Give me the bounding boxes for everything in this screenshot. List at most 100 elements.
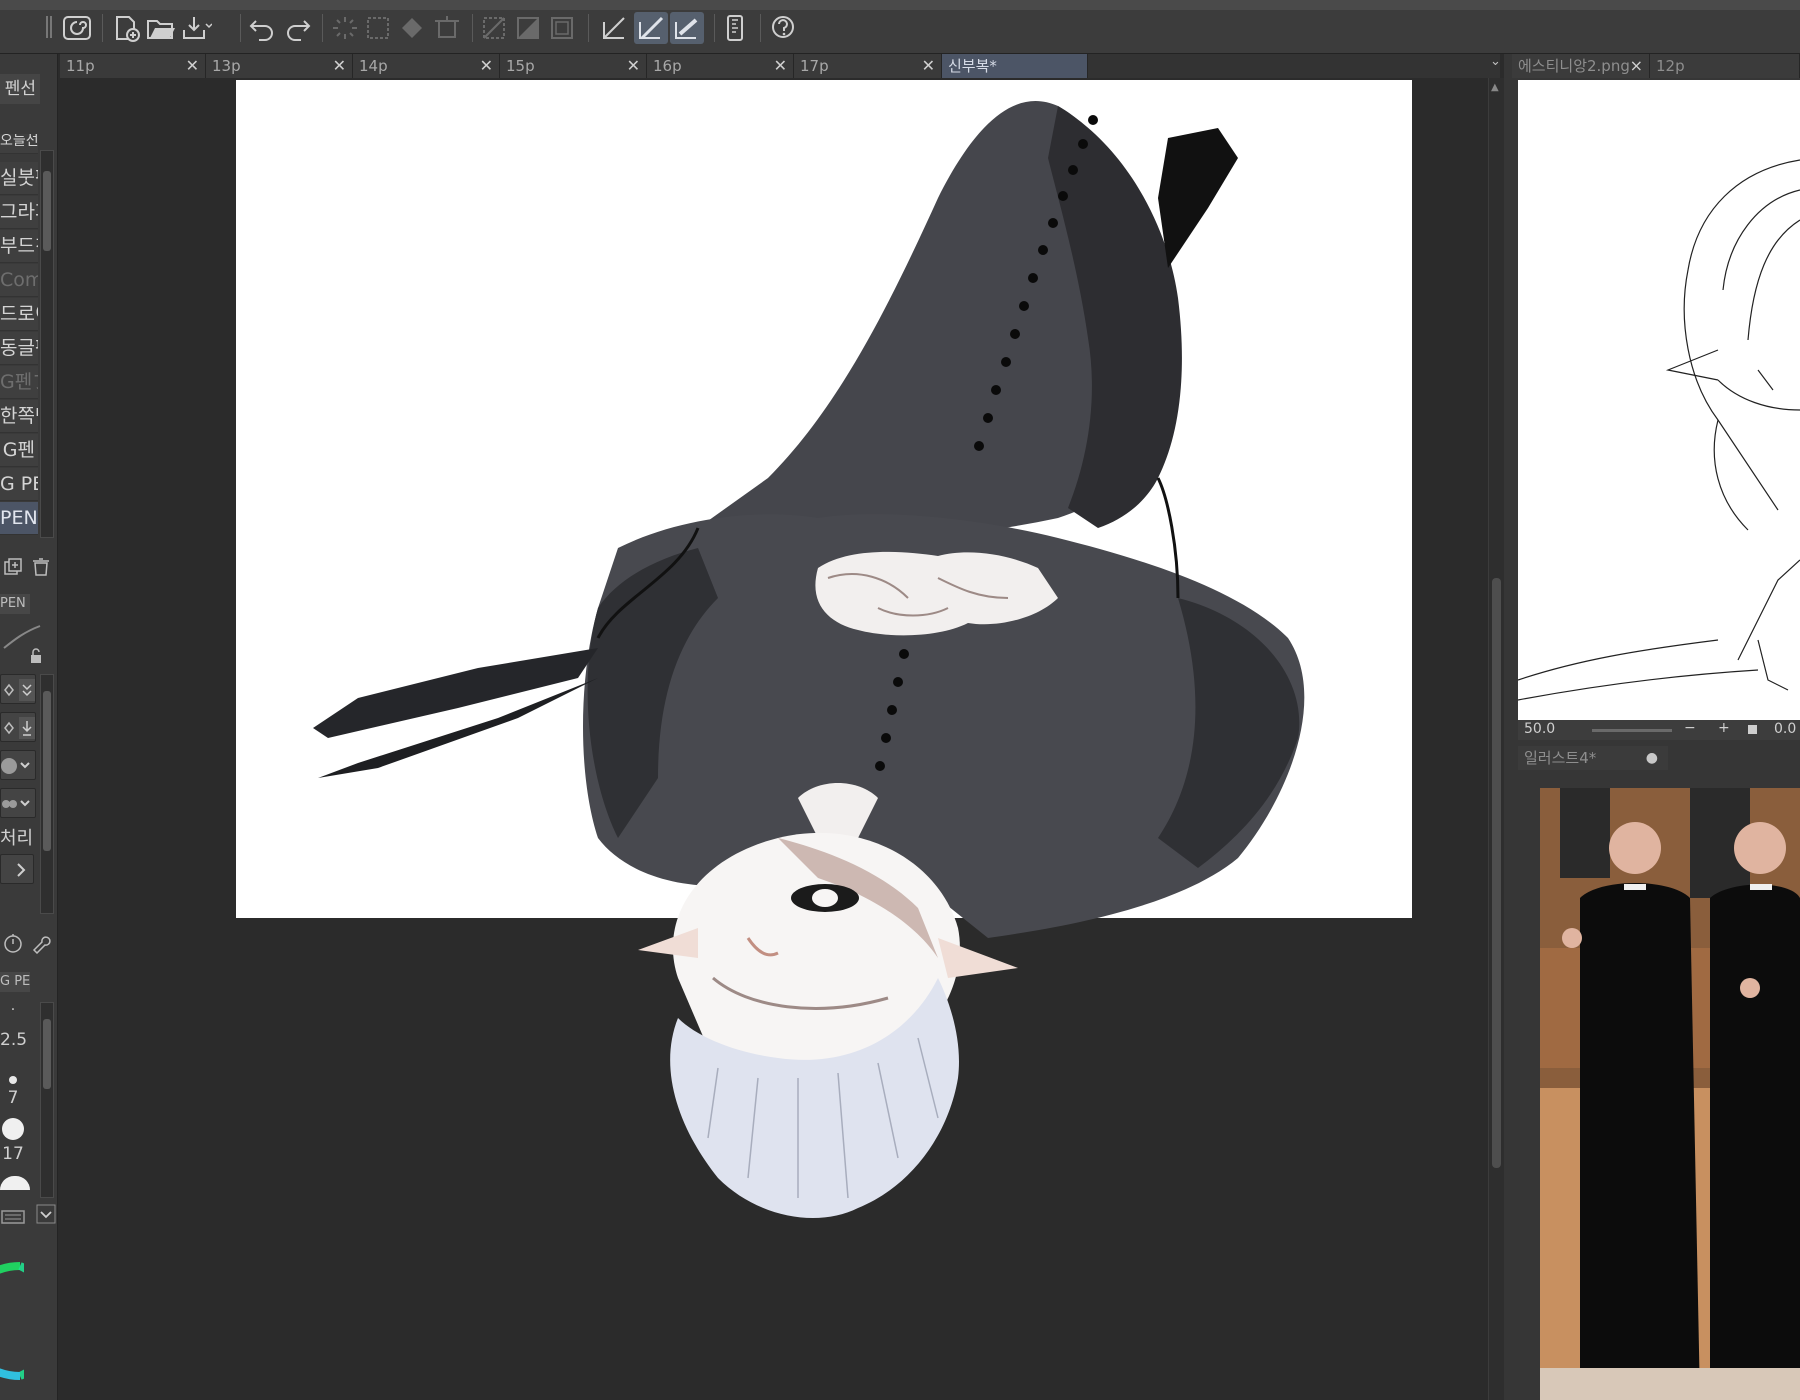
subtool-item[interactable]: 그라피 xyxy=(0,196,38,229)
zoom-slider[interactable] xyxy=(1592,729,1672,732)
canvas-vertical-scrollbar[interactable]: ▲ xyxy=(1488,78,1504,1400)
subtool-item[interactable]: 동글펜B xyxy=(0,332,38,365)
scrollbar-thumb[interactable] xyxy=(1492,578,1501,1168)
navigator-preview[interactable] xyxy=(1518,80,1800,720)
subtool-item[interactable]: 한쪽만 xyxy=(0,400,38,433)
expand-arrow-button[interactable] xyxy=(0,854,34,884)
navigator-tabbar: 에스티니앙2.png × 12p xyxy=(1512,54,1800,78)
scroll-up-icon[interactable]: ▲ xyxy=(1491,82,1499,93)
subtool-item[interactable]: G펜プラシ xyxy=(0,366,38,399)
size-preset-small[interactable]: · xyxy=(0,1002,26,1018)
pressure-toggle[interactable] xyxy=(0,712,36,742)
tab-16p[interactable]: 16p ✕ xyxy=(647,54,794,78)
property-scrollbar[interactable] xyxy=(40,674,54,914)
subtool-item[interactable]: G PEN xyxy=(0,468,38,501)
priests-photo xyxy=(1540,788,1800,1400)
close-icon[interactable]: ✕ xyxy=(922,54,935,78)
canvas-workspace[interactable] xyxy=(58,78,1488,1400)
fit-icon[interactable] xyxy=(1748,725,1757,734)
invert-selection-icon[interactable] xyxy=(512,12,546,44)
rotation-value[interactable]: 0.0 xyxy=(1774,721,1796,737)
clear-selection-icon[interactable] xyxy=(478,12,512,44)
tab-list-chevron-icon[interactable]: ⌄ xyxy=(1490,54,1501,69)
post-processing-label: 처리 xyxy=(0,828,34,849)
color-wheel[interactable] xyxy=(0,1256,61,1386)
tab-illustration[interactable]: 일러스트4* ● xyxy=(1518,746,1668,770)
size-dot-icon xyxy=(9,1076,17,1084)
subtool-item[interactable]: 오늘선 xyxy=(0,134,38,154)
zoom-value[interactable]: 50.0 xyxy=(1524,721,1555,737)
selection-icon[interactable] xyxy=(362,12,396,44)
close-icon[interactable]: ✕ xyxy=(186,54,199,78)
zoom-in-icon[interactable]: + xyxy=(1718,720,1730,736)
tab-11p[interactable]: 11p ✕ xyxy=(60,54,206,78)
toolbar-separator xyxy=(472,14,473,42)
close-icon[interactable]: ✕ xyxy=(333,54,346,78)
app-menu-icon[interactable] xyxy=(60,12,94,44)
subtool-item[interactable]: 실붓펜 xyxy=(0,162,38,195)
tab-12p[interactable]: 12p xyxy=(1650,54,1800,78)
subtool-item[interactable]: Comic F xyxy=(0,264,38,297)
tab-label: 일러스트4* xyxy=(1524,749,1597,767)
size-preset-2-5[interactable]: 2.5 xyxy=(0,1030,27,1050)
close-icon[interactable]: × xyxy=(1630,54,1643,78)
texture-dropdown[interactable] xyxy=(0,788,36,818)
keyboard-icon[interactable] xyxy=(0,1206,26,1228)
chevron-down-icon[interactable] xyxy=(36,1204,56,1224)
brush-subtool-panel: 펜선 오늘선 실붓펜 그라피 부드친 펜 Comic F 드로이너 동글펜B G… xyxy=(0,54,61,1400)
size-preset-17[interactable]: 17 xyxy=(0,1144,26,1164)
reference-photo[interactable] xyxy=(1540,788,1800,1400)
open-file-icon[interactable] xyxy=(144,12,178,44)
brush-tool-icon[interactable] xyxy=(634,12,668,44)
toolbar-separator xyxy=(588,14,589,42)
close-icon[interactable]: ✕ xyxy=(480,54,493,78)
help-icon[interactable] xyxy=(766,12,800,44)
lock-icon[interactable] xyxy=(28,648,44,664)
subtool-group-header[interactable]: 펜선 xyxy=(0,74,40,104)
selection-border-icon[interactable] xyxy=(546,12,580,44)
tool-property-header: PEN xyxy=(0,594,30,614)
brush-size-header: G PEN xyxy=(0,972,30,992)
toolbar-separator xyxy=(714,14,715,42)
size-scrollbar[interactable] xyxy=(40,1002,54,1198)
tab-active-document[interactable]: 신부복* xyxy=(942,54,1088,78)
tab-reference-image[interactable]: 에스티니앙2.png × xyxy=(1512,54,1650,78)
toolbar-separator xyxy=(240,14,241,42)
subtool-item[interactable]: G펜 xyxy=(0,434,38,467)
toolbar-grip[interactable] xyxy=(46,16,52,38)
delete-subtool-icon[interactable] xyxy=(30,556,52,578)
tab-14p[interactable]: 14p ✕ xyxy=(353,54,500,78)
tab-label: 14p xyxy=(359,57,388,75)
tab-label: 15p xyxy=(506,57,535,75)
eraser-tool-icon[interactable] xyxy=(670,12,704,44)
close-icon[interactable]: ✕ xyxy=(774,54,787,78)
redo-icon[interactable] xyxy=(280,12,314,44)
subtool-item[interactable]: 드로이너 xyxy=(0,298,38,331)
save-icon[interactable] xyxy=(178,12,213,44)
subtool-item-selected[interactable]: PEN xyxy=(0,502,38,535)
subtool-item[interactable]: 부드친 펜 xyxy=(0,230,38,263)
timer-icon[interactable] xyxy=(2,932,24,954)
loading-icon[interactable] xyxy=(328,12,362,44)
new-file-icon[interactable] xyxy=(110,12,144,44)
canvas-illustration xyxy=(313,100,1305,1218)
transform-icon[interactable] xyxy=(430,12,464,44)
sketch-preview xyxy=(1518,159,1800,701)
size-preset-7[interactable]: 7 xyxy=(0,1088,26,1108)
close-icon[interactable]: ✕ xyxy=(627,54,640,78)
pen-tool-icon[interactable] xyxy=(598,12,632,44)
wrench-icon[interactable] xyxy=(30,932,52,955)
stabilization-toggle[interactable] xyxy=(0,674,36,704)
zoom-out-icon[interactable]: − xyxy=(1684,720,1696,736)
fill-icon[interactable] xyxy=(396,12,430,44)
tab-13p[interactable]: 13p ✕ xyxy=(206,54,353,78)
ruler-icon[interactable] xyxy=(718,12,752,44)
undo-icon[interactable] xyxy=(246,12,280,44)
tab-15p[interactable]: 15p ✕ xyxy=(500,54,647,78)
size-dot-icon xyxy=(0,1176,30,1190)
duplicate-subtool-icon[interactable] xyxy=(2,556,24,578)
tab-label: 12p xyxy=(1656,57,1685,75)
subtool-scrollbar[interactable] xyxy=(40,150,54,538)
tab-17p[interactable]: 17p ✕ xyxy=(794,54,942,78)
brush-tip-dropdown[interactable] xyxy=(0,750,36,780)
